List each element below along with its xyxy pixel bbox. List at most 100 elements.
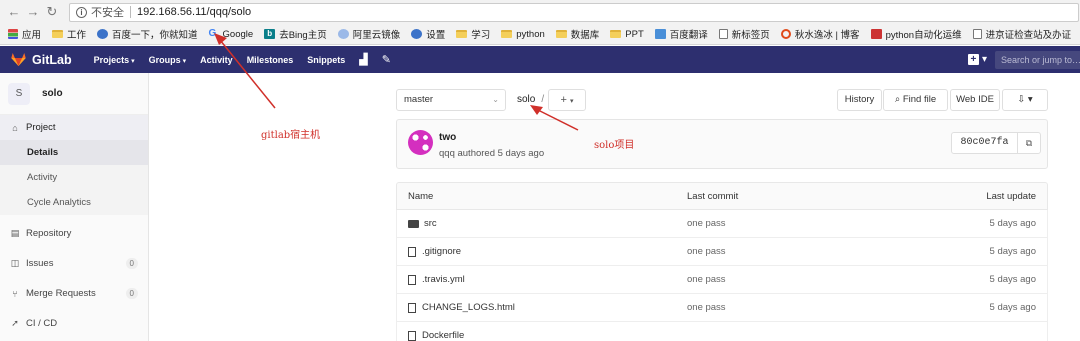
bookmark-label: 秋水逸冰 | 博客 [794, 30, 860, 41]
web-ide-button[interactable]: Web IDE [950, 89, 1000, 111]
cloud-icon [337, 29, 349, 39]
branch-select[interactable]: master ⌄ [396, 89, 506, 111]
bookmark-newtab[interactable]: 新标签页 [718, 27, 770, 41]
copy-icon[interactable]: ⧉ [1018, 133, 1040, 153]
sidebar-item-label: Project [26, 122, 56, 133]
translate-icon [654, 29, 666, 39]
bookmark-translate[interactable]: 百度翻译 [654, 27, 708, 41]
sidebar-item-project[interactable]: ⌂ Project [0, 115, 148, 140]
bookmark-google[interactable]: G Google [209, 29, 254, 40]
bookmark-database[interactable]: 数据库 [555, 27, 599, 41]
bookmark-label: 学习 [471, 30, 491, 41]
bookmark-ppt[interactable]: PPT [610, 29, 644, 40]
breadcrumb-separator: / [541, 94, 545, 105]
chevron-down-icon: ▾ [1027, 94, 1033, 105]
bookmark-baidu[interactable]: 百度一下，你就知道 [97, 27, 198, 41]
sidebar-item-label: Merge Requests [26, 288, 96, 299]
url-field[interactable]: i 不安全 192.168.56.11/qqq/solo [69, 2, 1079, 22]
bookmark-settings[interactable]: 设置 [411, 27, 445, 41]
folder-icon [610, 30, 622, 38]
nav-projects[interactable]: Projects ▾ [94, 55, 135, 65]
python-icon [870, 29, 882, 39]
bookmark-label: 工作 [67, 30, 87, 41]
info-icon[interactable]: i [76, 6, 87, 18]
table-row[interactable]: .gitignore one pass 5 days ago [396, 238, 1048, 266]
chart-icon[interactable]: ▟ [359, 53, 367, 66]
clone-dropdown-button[interactable]: ⇩ ▾ [1002, 89, 1048, 111]
bookmark-study[interactable]: 学习 [456, 27, 490, 41]
file-last-update: 5 days ago [989, 274, 1036, 285]
nav-snippets[interactable]: Snippets [307, 55, 345, 65]
file-last-commit[interactable]: one pass [687, 210, 726, 238]
reload-icon[interactable]: ↻ [44, 4, 60, 20]
bookmark-label: 阿里云镜像 [352, 30, 401, 41]
history-button[interactable]: History [837, 89, 882, 111]
nav-groups-label: Groups [148, 54, 181, 65]
sidebar-item-repository[interactable]: ▤ Repository [0, 221, 148, 246]
add-file-dropdown[interactable]: + ▾ [548, 89, 586, 111]
sidebar-project-header[interactable]: S solo [0, 73, 148, 115]
plus-icon: + [967, 54, 979, 65]
sidebar-item-merge-requests[interactable]: ⑂ Merge Requests 0 [0, 281, 148, 306]
sidebar-item-activity[interactable]: Activity [0, 165, 148, 190]
rocket-icon: ➚ [11, 318, 19, 328]
bookmark-work[interactable]: 工作 [52, 27, 86, 41]
file-name-label: .travis.yml [422, 274, 465, 285]
nav-activity[interactable]: Activity [200, 55, 233, 65]
file-name[interactable]: .travis.yml [408, 266, 465, 294]
back-icon[interactable]: ← [6, 4, 22, 20]
merge-requests-count-badge: 0 [125, 288, 138, 299]
table-row[interactable]: src one pass 5 days ago [396, 210, 1048, 238]
page-icon [718, 29, 728, 39]
sidebar-item-issues[interactable]: ◫ Issues 0 [0, 251, 148, 276]
file-name-label: Dockerfile [422, 330, 465, 341]
bookmark-bing[interactable]: b 去Bing主页 [264, 27, 327, 41]
url-separator [130, 6, 131, 18]
column-last-update: Last update [986, 191, 1036, 202]
bookmark-python[interactable]: python [501, 29, 545, 40]
file-name[interactable]: Dockerfile [408, 322, 464, 341]
breadcrumb: solo / [517, 89, 544, 111]
nav-milestones[interactable]: Milestones [247, 55, 294, 65]
table-row[interactable]: Dockerfile [396, 322, 1048, 341]
annotation-project-label: solo项目 [594, 140, 635, 151]
apps-icon [8, 29, 18, 39]
gear-icon [411, 29, 423, 39]
bookmark-aliyun[interactable]: 阿里云镜像 [337, 27, 401, 41]
file-last-update: 5 days ago [989, 246, 1036, 257]
search-input[interactable]: Search or jump to… [995, 50, 1080, 69]
bookmark-beijing[interactable]: 进京证检查站及办证 [972, 27, 1071, 41]
author-avatar[interactable] [408, 130, 433, 155]
new-menu-button[interactable]: + ▾ [967, 54, 987, 65]
nav-groups[interactable]: Groups ▾ [149, 55, 187, 65]
bookmark-label: 新标签页 [731, 30, 770, 41]
avatar: S [8, 82, 30, 105]
sidebar-item-cycle-analytics[interactable]: Cycle Analytics [0, 190, 148, 215]
nav-projects-label: Projects [93, 54, 130, 65]
bookmark-label: Google [222, 28, 254, 40]
sidebar-item-cicd[interactable]: ➚ CI / CD [0, 311, 148, 336]
bookmark-apps[interactable]: 应用 [8, 27, 41, 41]
commit-title[interactable]: two [439, 132, 456, 143]
url-text[interactable]: 192.168.56.11/qqq/solo [137, 6, 251, 18]
breadcrumb-project-link[interactable]: solo [517, 94, 535, 105]
file-last-commit[interactable]: one pass [687, 266, 726, 294]
gitlab-logo[interactable]: GitLab [11, 53, 72, 67]
commit-sha[interactable]: 80c0e7fa [952, 133, 1018, 153]
bookmark-blog[interactable]: 秋水逸冰 | 博客 [780, 27, 860, 41]
find-file-button[interactable]: ⌕ Find file [883, 89, 948, 111]
file-last-commit[interactable]: one pass [687, 238, 726, 266]
bookmark-python-ops[interactable]: python自动化运维 [870, 27, 962, 41]
file-name[interactable]: src [408, 210, 437, 238]
sidebar-item-details[interactable]: Details [0, 140, 148, 165]
table-row[interactable]: CHANGE_LOGS.html one pass 5 days ago [396, 294, 1048, 322]
file-last-commit[interactable]: one pass [687, 294, 726, 322]
file-name[interactable]: .gitignore [408, 238, 461, 266]
bookmarks-bar: 应用 工作 百度一下，你就知道 G Google b 去Bing主页 阿里云镜像 设… [0, 24, 1080, 45]
wrench-icon[interactable]: ✎ [382, 53, 391, 66]
file-table: Name Last commit Last update src one pas… [396, 182, 1048, 341]
forward-icon[interactable]: → [25, 4, 41, 20]
book-icon: ▤ [10, 228, 20, 238]
file-name[interactable]: CHANGE_LOGS.html [408, 294, 515, 322]
table-row[interactable]: .travis.yml one pass 5 days ago [396, 266, 1048, 294]
